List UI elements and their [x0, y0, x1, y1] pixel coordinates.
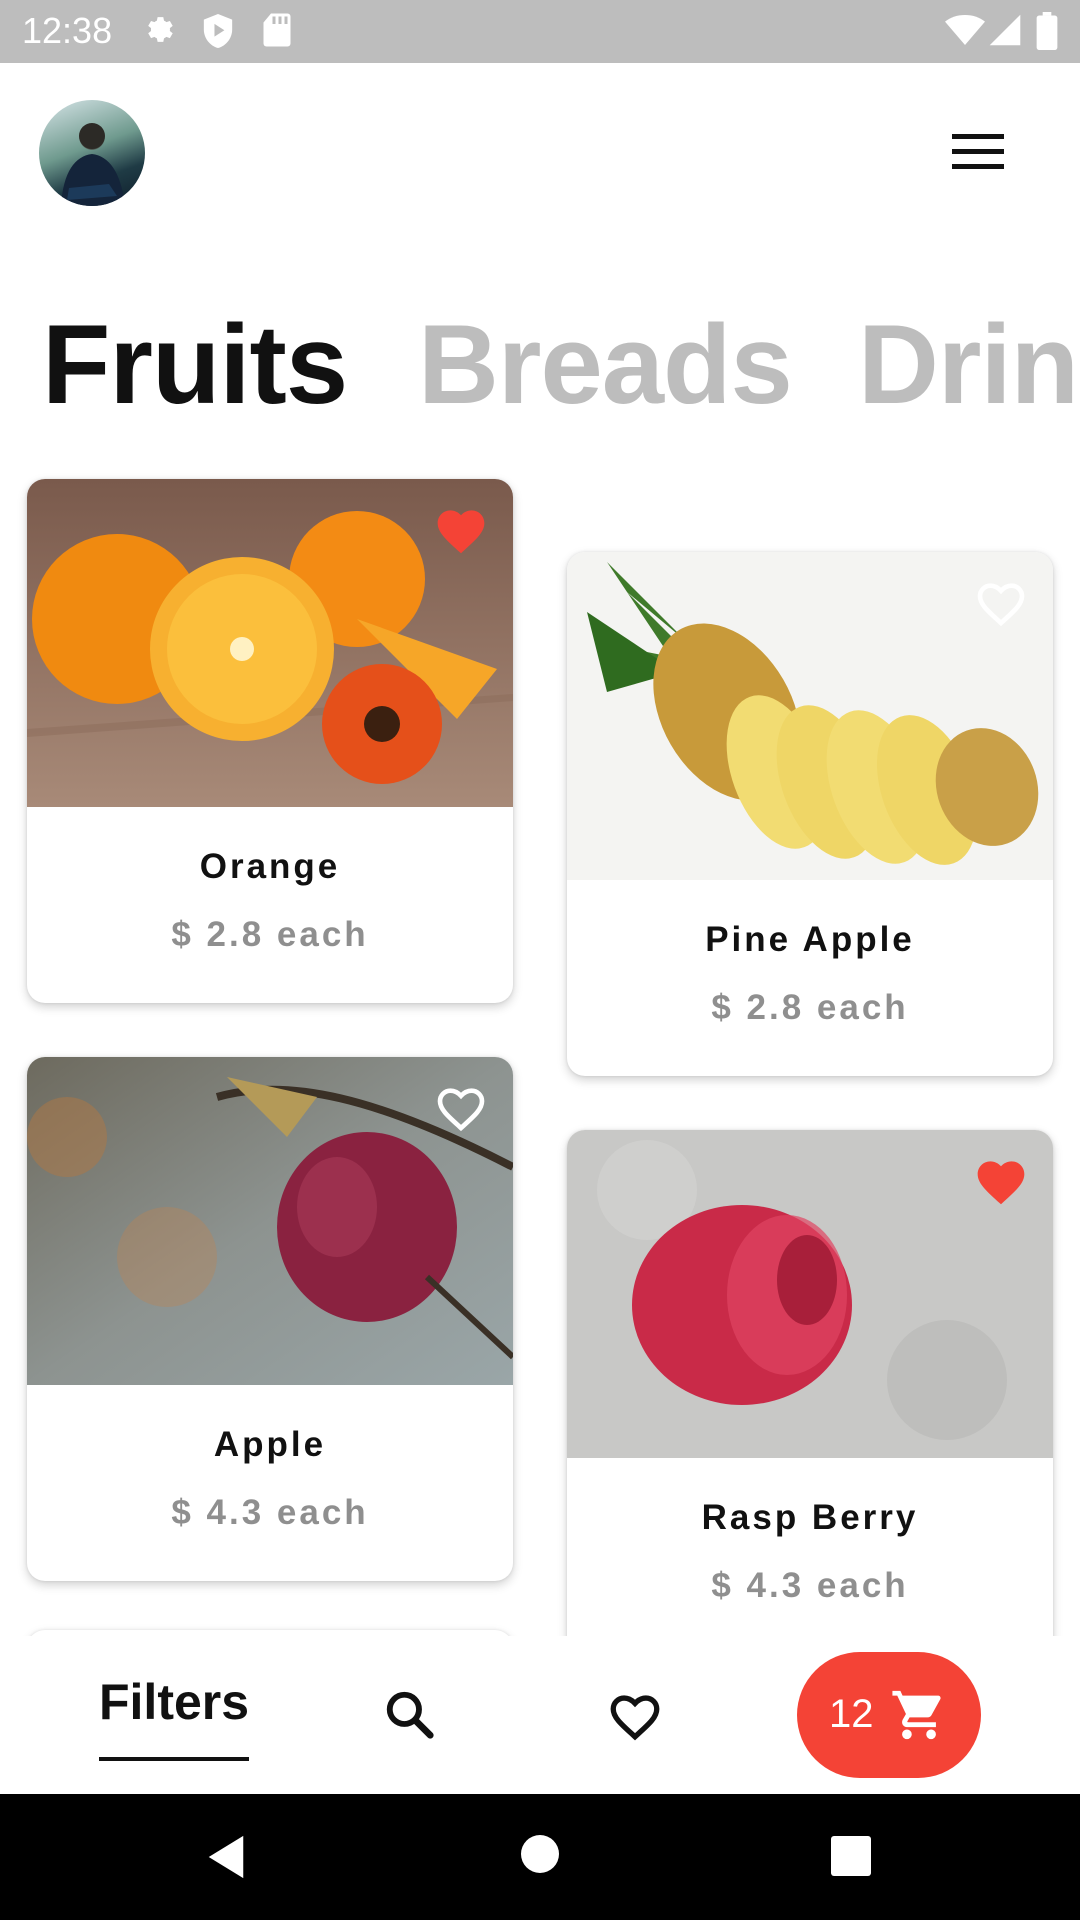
- battery-icon: [1036, 12, 1058, 50]
- cellular-signal-icon: [989, 14, 1021, 46]
- filters-tab-indicator: [99, 1757, 249, 1761]
- tab-drinks[interactable]: Drinl: [858, 300, 1080, 429]
- product-card-pineapple[interactable]: Pine Apple $ 2.8 each: [567, 552, 1053, 1076]
- product-name: Rasp Berry: [701, 1498, 919, 1537]
- back-icon[interactable]: [204, 1834, 248, 1880]
- sd-card-icon: [263, 13, 291, 47]
- product-name: Orange: [199, 847, 341, 886]
- favorite-filled-icon[interactable]: [973, 1154, 1029, 1206]
- product-name: Apple: [213, 1425, 327, 1464]
- product-price: $ 2.8 each: [171, 915, 369, 954]
- system-nav-bar: [0, 1794, 1080, 1920]
- product-card-orange[interactable]: Orange $ 2.8 each: [27, 479, 513, 1003]
- status-bar: 12:38: [0, 0, 1080, 63]
- shield-play-icon: [203, 14, 233, 48]
- user-avatar[interactable]: [39, 100, 145, 206]
- product-card-raspberry[interactable]: Rasp Berry $ 4.3 each: [567, 1130, 1053, 1654]
- product-price: $ 4.3 each: [711, 1566, 909, 1605]
- cart-button[interactable]: 12: [797, 1652, 981, 1778]
- tab-fruits[interactable]: Fruits: [42, 300, 348, 429]
- shopping-cart-icon: [892, 1690, 941, 1740]
- avatar-photo: [61, 123, 125, 206]
- tab-breads[interactable]: Breads: [418, 300, 793, 429]
- home-icon[interactable]: [520, 1834, 560, 1874]
- hamburger-menu-icon[interactable]: [946, 126, 1008, 176]
- cart-count: 12: [829, 1692, 874, 1736]
- gear-icon: [148, 17, 173, 42]
- product-card-apple[interactable]: Apple $ 4.3 each: [27, 1057, 513, 1581]
- search-icon[interactable]: [383, 1688, 437, 1742]
- favorite-outline-icon[interactable]: [433, 1081, 489, 1133]
- favorite-outline-icon[interactable]: [973, 576, 1029, 628]
- filters-tab[interactable]: Filters: [99, 1673, 249, 1731]
- product-price: $ 2.8 each: [711, 988, 909, 1027]
- product-price: $ 4.3 each: [171, 1493, 369, 1532]
- wifi-icon: [945, 15, 985, 45]
- recents-icon[interactable]: [831, 1836, 871, 1876]
- product-name: Pine Apple: [705, 920, 915, 959]
- status-time: 12:38: [22, 10, 113, 51]
- heart-outline-icon[interactable]: [606, 1688, 664, 1742]
- favorite-filled-icon[interactable]: [433, 503, 489, 555]
